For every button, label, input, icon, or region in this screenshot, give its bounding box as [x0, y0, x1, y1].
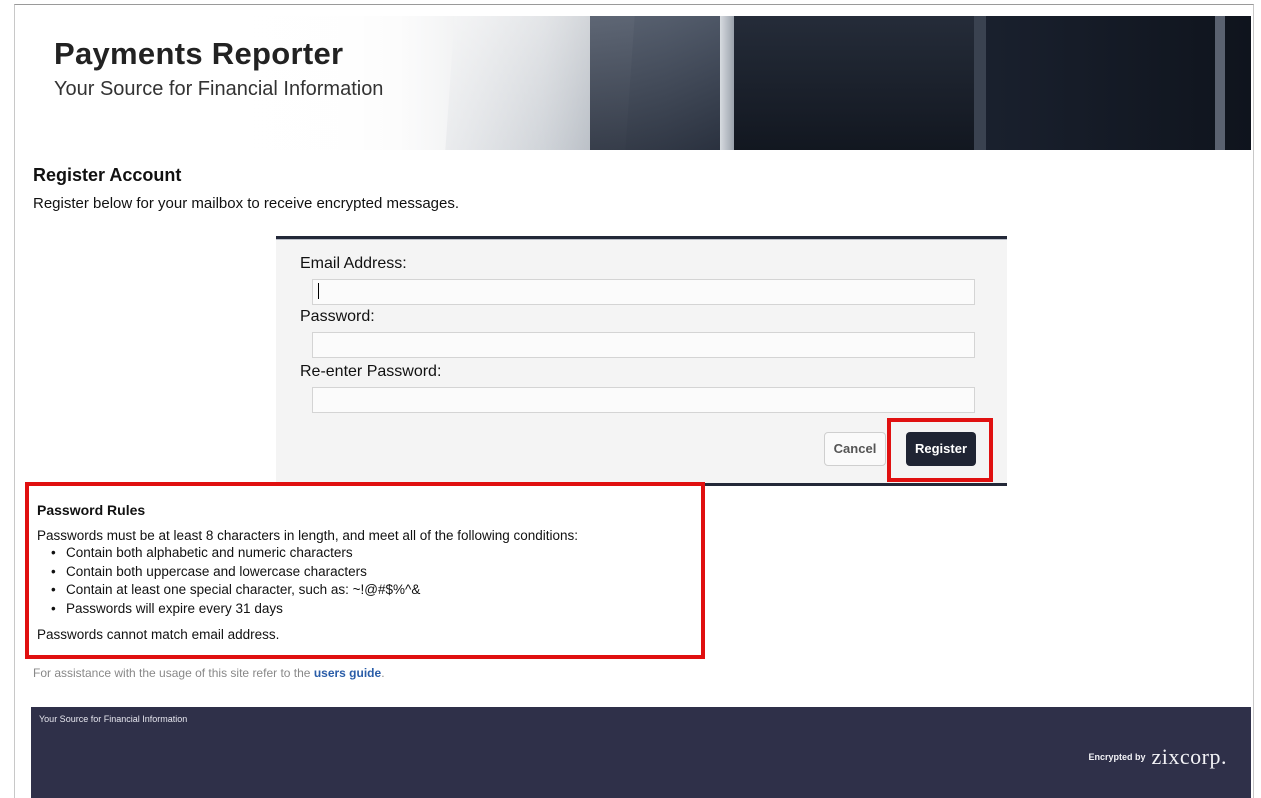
reenter-password-field[interactable] — [312, 387, 975, 413]
password-rules-title: Password Rules — [37, 502, 146, 518]
rule-text: Contain at least one special character, … — [66, 582, 421, 597]
list-item: • Contain both uppercase and lowercase ch… — [51, 563, 420, 582]
zixcorp-logo: zixcorp. — [1151, 744, 1227, 769]
site-subtitle: Your Source for Financial Information — [54, 78, 384, 100]
reenter-password-label: Re-enter Password: — [300, 363, 442, 380]
page-description: Register below for your mailbox to recei… — [33, 195, 460, 212]
rule-text: Contain both uppercase and lowercase cha… — [66, 563, 367, 579]
list-item: • Contain both alphabetic and numeric cha… — [51, 544, 420, 563]
password-rules-intro: Passwords must be at least 8 characters … — [37, 528, 579, 543]
bullet-icon: • — [51, 545, 56, 560]
rule-text: Contain both alphabetic and numeric char… — [66, 545, 353, 560]
assistance-label: For assistance with the usage of this si… — [33, 666, 311, 680]
assistance-text: For assistance with the usage of this si… — [33, 666, 385, 680]
password-rules-list: • Contain both alphabetic and numeric cha… — [51, 544, 420, 618]
bullet-icon: • — [51, 600, 56, 616]
list-item: • Contain at least one special character,… — [51, 581, 420, 600]
encryption-badge: Encrypted by zixcorp. — [1089, 744, 1227, 770]
bullet-icon: • — [51, 563, 56, 579]
password-rules-box: Password Rules Passwords must be at leas… — [25, 482, 705, 659]
list-item: • Passwords will expire every 31 days — [51, 600, 420, 619]
banner-graphic — [974, 16, 986, 150]
assistance-suffix: . — [381, 666, 385, 680]
rule-text: Passwords will expire every 31 days — [66, 600, 283, 616]
form-divider — [276, 239, 1007, 240]
banner-graphic — [720, 16, 734, 150]
banner-graphic — [734, 16, 974, 150]
banner-graphic — [590, 16, 720, 150]
site-title: Payments Reporter — [54, 36, 344, 71]
password-rules-footer: Passwords cannot match email address. — [37, 627, 280, 642]
cancel-button[interactable]: Cancel — [824, 432, 886, 466]
register-highlight-box — [887, 418, 993, 482]
bullet-icon: • — [51, 582, 56, 597]
page-title: Register Account — [33, 165, 182, 185]
password-label: Password: — [300, 308, 375, 325]
email-label: Email Address: — [300, 255, 407, 272]
banner-graphic — [1215, 16, 1225, 150]
encrypted-by-label: Encrypted by — [1088, 752, 1146, 762]
footer-bar: Your Source for Financial Information En… — [31, 707, 1251, 798]
email-field[interactable] — [312, 279, 975, 305]
users-guide-link[interactable]: users guide — [314, 666, 381, 680]
password-field[interactable] — [312, 332, 975, 358]
footer-text: Your Source for Financial Information — [39, 714, 188, 724]
text-cursor — [318, 283, 319, 299]
